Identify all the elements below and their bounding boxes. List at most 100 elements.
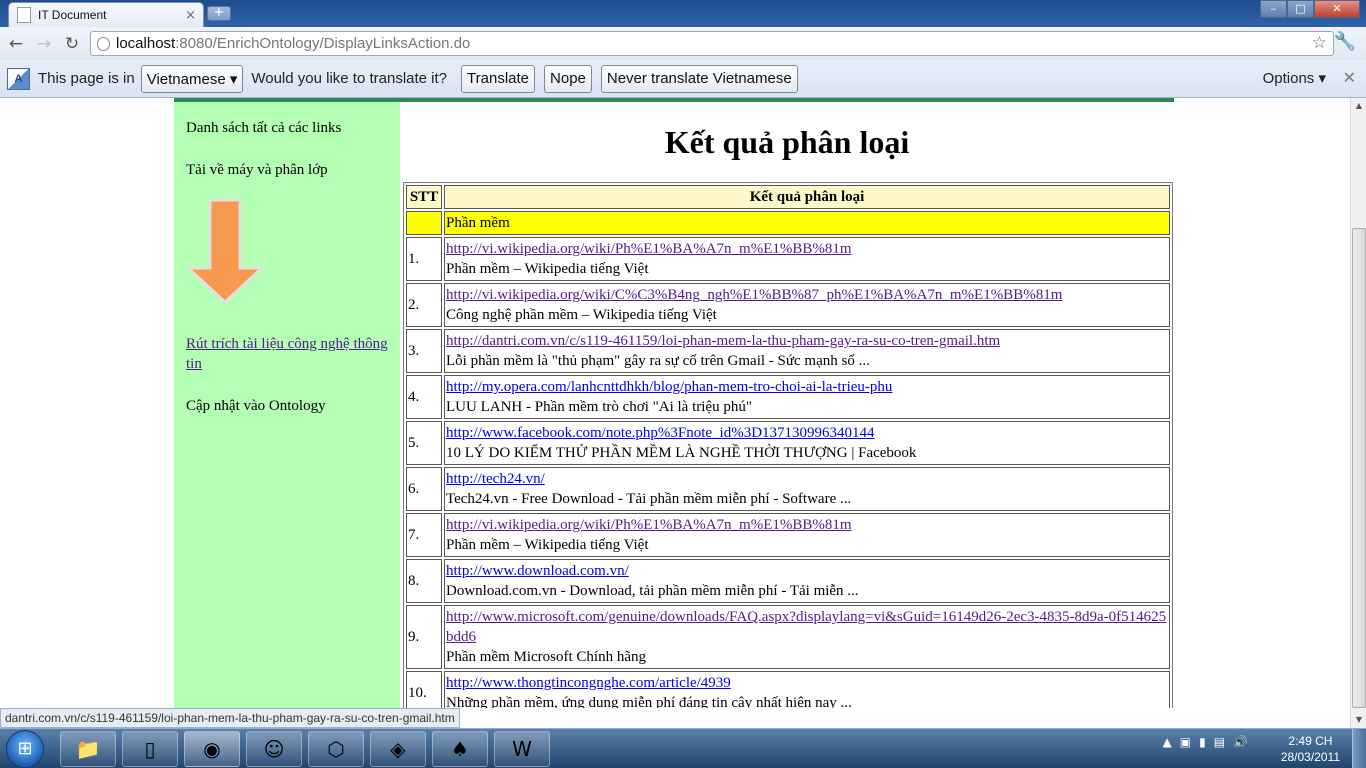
url-path: :8080/EnrichOntology/DisplayLinksAction.… [175,35,471,52]
row-number: 8. [406,559,442,603]
result-cell: http://www.thongtincongnghe.com/article/… [444,671,1170,708]
tray-app-icon[interactable]: ▣ [1180,735,1191,749]
start-button[interactable]: ⊞ [6,730,44,768]
new-tab-button[interactable]: + [207,6,231,21]
table-row: 5. http://www.facebook.com/note.php%3Fnot… [406,421,1170,465]
category-stt-cell [406,211,442,235]
back-arrow-icon[interactable]: ← [4,32,28,56]
table-row: 1. http://vi.wikipedia.org/wiki/Ph%E1%BA%… [406,237,1170,281]
category-label: Phần mềm [444,211,1170,235]
maximize-button[interactable]: □ [1287,0,1314,18]
result-link[interactable]: http://www.download.com.vn/ [446,563,629,579]
chrome-icon[interactable]: ◉ [184,731,240,767]
minimize-button[interactable]: – [1260,0,1287,18]
result-cell: http://www.microsoft.com/genuine/downloa… [444,605,1170,669]
result-title: Những phần mềm, ứng dụng miễn phí đáng t… [446,695,852,708]
down-arrow-icon [186,198,264,304]
table-row: 8. http://www.download.com.vn/Download.co… [406,559,1170,603]
browser-tab[interactable]: IT Document × [8,2,204,27]
result-link[interactable]: http://vi.wikipedia.org/wiki/Ph%E1%BA%A7… [446,241,852,257]
row-number: 9. [406,605,442,669]
result-link[interactable]: http://vi.wikipedia.org/wiki/Ph%E1%BA%A7… [446,517,852,533]
game-app-icon[interactable]: ◈ [370,731,426,767]
translate-infobar: A This page is in Vietnamese ▾ Would you… [0,60,1366,98]
result-link[interactable]: http://www.thongtincongnghe.com/article/… [446,675,731,691]
result-title: LUU LANH - Phần mềm trò chơi "Ai là triệ… [446,399,752,415]
row-number: 3. [406,329,442,373]
word-icon[interactable]: W [494,731,550,767]
table-row: 10. http://www.thongtincongnghe.com/artic… [406,671,1170,708]
row-number: 5. [406,421,442,465]
document-icon [17,7,31,23]
yahoo-messenger-icon[interactable]: ☺ [246,731,302,767]
vertical-scrollbar[interactable]: ▲ ▼ [1350,98,1366,728]
sidebar-item-update-ontology[interactable]: Cập nhật vào Ontology [186,396,392,416]
row-number: 1. [406,237,442,281]
result-cell: http://dantri.com.vn/c/s119-461159/loi-p… [444,329,1170,373]
never-translate-button[interactable]: Never translate Vietnamese [600,64,798,93]
result-link[interactable]: http://vi.wikipedia.org/wiki/C%C3%B4ng_n… [446,287,1062,303]
explorer-icon[interactable]: 📁 [60,731,116,767]
translate-icon: A [7,67,30,90]
volume-icon[interactable]: 🔊 [1233,735,1248,749]
sidebar-item-download-classify[interactable]: Tải về máy và phân lớp [186,160,392,180]
address-bar[interactable]: localhost:8080/EnrichOntology/DisplayLin… [90,31,1334,56]
nope-button[interactable]: Nope [544,64,592,93]
result-cell: http://my.opera.com/lanhcnttdhkh/blog/ph… [444,375,1170,419]
scroll-up-icon[interactable]: ▲ [1351,98,1366,114]
forward-arrow-icon[interactable]: → [32,32,56,56]
result-link[interactable]: http://my.opera.com/lanhcnttdhkh/blog/ph… [446,379,892,395]
column-header-stt: STT [406,185,442,209]
tab-title: IT Document [38,8,107,22]
table-row: 2. http://vi.wikipedia.org/wiki/C%C3%B4ng… [406,283,1170,327]
translate-question: Would you like to translate it? [251,70,448,87]
sidebar: Danh sách tất cả các links Tải về máy và… [174,102,400,708]
sidebar-item-extract-it-docs[interactable]: Rút trích tài liệu công nghệ thông tin [186,334,392,374]
windows-taskbar: ⊞ 📁 ▯ ◉ ☺ ⬡ ◈ ♠ W ▲ ▣ ▮ ▤ 🔊 2:49 CH 28/0… [0,728,1366,768]
options-menu[interactable]: Options ▾ [1263,69,1326,87]
close-window-button[interactable]: ✕ [1314,0,1360,18]
result-cell: http://vi.wikipedia.org/wiki/C%C3%B4ng_n… [444,283,1170,327]
clock[interactable]: 2:49 CH 28/03/2011 [1281,733,1340,765]
result-cell: http://vi.wikipedia.org/wiki/Ph%E1%BA%A7… [444,513,1170,557]
show-desktop-button[interactable] [1352,729,1366,768]
result-title: Công nghệ phần mềm – Wikipedia tiếng Việ… [446,307,717,323]
result-link[interactable]: http://www.facebook.com/note.php%3Fnote_… [446,425,875,441]
column-header-result: Kết quả phân loại [444,185,1170,209]
table-row: 3. http://dantri.com.vn/c/s119-461159/loi… [406,329,1170,373]
result-title: Lỗi phần mềm là "thủ phạm" gây ra sự cố … [446,353,870,369]
page-content: Danh sách tất cả các links Tải về máy và… [0,98,1350,708]
sidebar-link-extract[interactable]: Rút trích tài liệu công nghệ thông tin [186,336,388,372]
result-link[interactable]: http://www.microsoft.com/genuine/downloa… [446,609,1166,645]
solitaire-icon[interactable]: ♠ [432,731,488,767]
bookmark-star-icon[interactable]: ☆ [1312,33,1327,53]
windows-logo-icon: ⊞ [17,738,33,759]
power-icon[interactable]: ▮ [1199,735,1206,749]
tab-close-icon[interactable]: × [185,8,196,23]
sidebar-item-all-links[interactable]: Danh sách tất cả các links [186,118,392,138]
table-row: 7. http://vi.wikipedia.org/wiki/Ph%E1%BA%… [406,513,1170,557]
result-link[interactable]: http://dantri.com.vn/c/s119-461159/loi-p… [446,333,1000,349]
network-icon[interactable]: ▤ [1214,735,1225,749]
row-number: 6. [406,467,442,511]
glass-app-icon[interactable]: ▯ [122,731,178,767]
row-number: 2. [406,283,442,327]
category-row: Phần mềm [406,211,1170,235]
virtualbox-icon[interactable]: ⬡ [308,731,364,767]
result-title: Phần mềm – Wikipedia tiếng Việt [446,261,649,277]
result-cell: http://vi.wikipedia.org/wiki/Ph%E1%BA%A7… [444,237,1170,281]
infobar-close-icon[interactable]: ✕ [1343,68,1356,88]
result-title: 10 LÝ DO KIỂM THỬ PHẦN MỀM LÀ NGHỀ THỜI … [446,445,917,461]
result-title: Phần mềm Microsoft Chính hãng [446,649,646,665]
row-number: 7. [406,513,442,557]
table-row: 4. http://my.opera.com/lanhcnttdhkh/blog/… [406,375,1170,419]
reload-icon[interactable]: ↻ [60,32,84,56]
scroll-down-icon[interactable]: ▼ [1351,712,1366,728]
scroll-thumb[interactable] [1352,228,1366,708]
status-bar: dantri.com.vn/c/s119-461159/loi-phan-mem… [0,708,460,728]
tray-expand-icon[interactable]: ▲ [1163,735,1172,749]
language-select[interactable]: Vietnamese ▾ [140,64,244,93]
translate-button[interactable]: Translate [461,64,536,93]
wrench-icon[interactable]: 🔧 [1334,31,1356,52]
result-link[interactable]: http://tech24.vn/ [446,471,545,487]
